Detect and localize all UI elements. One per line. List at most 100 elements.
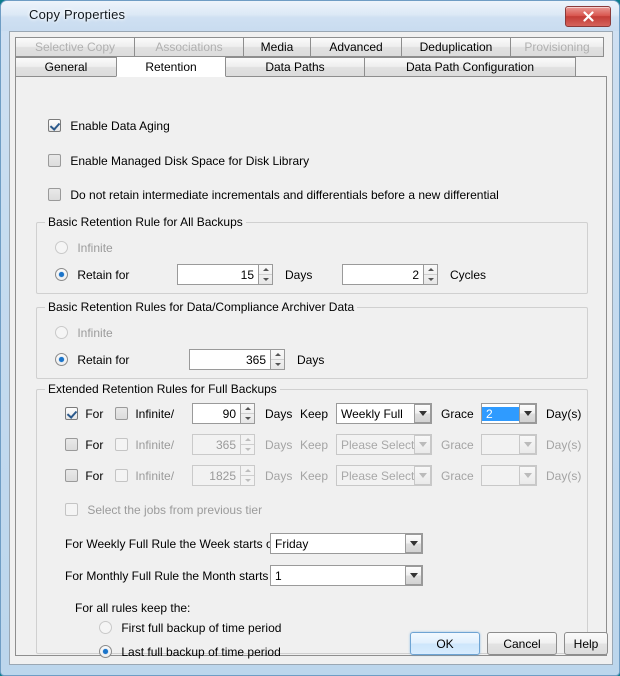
basic-all-days-spin-buttons[interactable] [258,264,273,285]
extended-row-3-for-label: For [85,469,103,483]
chevron-down-icon[interactable] [519,435,536,454]
chevron-down-icon[interactable] [414,435,431,454]
tab-data-paths[interactable]: Data Paths [225,57,365,77]
extended-row-1-grace-combo[interactable]: 2 [481,403,537,424]
extended-row-3-days-spin-down[interactable] [241,476,254,485]
enable-managed-disk-space-row[interactable]: Enable Managed Disk Space for Disk Libra… [48,153,309,168]
basic-all-cycles-input[interactable] [342,264,423,285]
tab-provisioning[interactable]: Provisioning [510,37,604,57]
chevron-down-icon[interactable] [414,466,431,485]
extended-row-3-days-spinner[interactable] [192,465,255,486]
select-jobs-previous-tier-row[interactable]: Select the jobs from previous tier [65,502,262,517]
extended-row-2-days-spin-down[interactable] [241,445,254,454]
archiver-days-input[interactable] [189,349,270,370]
basic-all-cycles-spin-buttons[interactable] [423,264,438,285]
extended-row-2-keep-combo[interactable]: Please Select [336,434,432,455]
extended-row-2-for-checkbox[interactable] [65,438,78,451]
help-button[interactable]: Help [564,632,608,655]
extended-row-1-days-label: Days [265,407,292,421]
extended-row-3-for-checkbox[interactable] [65,469,78,482]
chevron-down-icon[interactable] [519,466,536,485]
extended-row-1-days-input[interactable] [192,403,240,424]
extended-row-1-days-spinner[interactable] [192,403,255,424]
basic-all-cycles-spin-down[interactable] [424,275,437,284]
extended-row-1-for-label: For [85,407,103,421]
enable-data-aging-label: Enable Data Aging [70,119,169,133]
archiver-infinite-row[interactable]: Infinite [55,325,113,340]
extended-row-1-for[interactable]: For [65,406,103,421]
archiver-infinite-radio[interactable] [55,326,68,339]
basic-all-infinite-radio[interactable] [55,241,68,254]
title-bar: Copy Properties [1,1,619,31]
extended-row-3-infinite[interactable]: Infinite/ [115,468,174,483]
extended-row-2-days-spin-buttons[interactable] [240,434,255,455]
chevron-down-icon[interactable] [414,404,431,423]
for-all-rules-keep-label: For all rules keep the: [75,601,190,615]
tab-deduplication[interactable]: Deduplication [401,37,511,57]
extended-row-2-for[interactable]: For [65,437,103,452]
basic-all-retain-radio[interactable] [55,268,68,281]
do-not-retain-intermediate-row[interactable]: Do not retain intermediate incrementals … [48,187,499,202]
enable-managed-disk-space-checkbox[interactable] [48,154,61,167]
extended-row-3-keep-combo[interactable]: Please Select [336,465,432,486]
extended-row-3-days-input[interactable] [192,465,240,486]
basic-all-retain-label: Retain for [77,268,129,282]
tab-retention[interactable]: Retention [116,56,226,77]
extended-row-2-infinite-checkbox[interactable] [115,438,128,451]
ok-button[interactable]: OK [410,632,480,655]
extended-row-1-days-spin-buttons[interactable] [240,403,255,424]
basic-all-days-spinner[interactable] [177,264,273,285]
archiver-retain-row[interactable]: Retain for [55,352,129,367]
extended-row-2-days-input[interactable] [192,434,240,455]
retention-tab-panel: Enable Data Aging Enable Managed Disk Sp… [15,76,607,656]
extended-row-3-days-spin-up[interactable] [241,466,254,476]
enable-data-aging-row[interactable]: Enable Data Aging [48,118,170,133]
extended-row-1-days-spin-up[interactable] [241,404,254,414]
archiver-days-spin-up[interactable] [271,350,284,360]
select-jobs-previous-tier-checkbox[interactable] [65,503,78,516]
extended-row-1-infinite[interactable]: Infinite/ [115,406,174,421]
basic-all-days-spin-up[interactable] [259,265,272,275]
tab-data-path-configuration[interactable]: Data Path Configuration [364,57,576,77]
chevron-down-icon[interactable] [405,534,422,553]
basic-all-days-spin-down[interactable] [259,275,272,284]
enable-data-aging-checkbox[interactable] [48,119,61,132]
basic-all-cycles-spinner[interactable] [342,264,438,285]
extended-row-3-infinite-checkbox[interactable] [115,469,128,482]
tab-media[interactable]: Media [243,37,311,57]
extended-row-2-infinite[interactable]: Infinite/ [115,437,174,452]
archiver-days-spinner[interactable] [189,349,285,370]
extended-row-1-infinite-checkbox[interactable] [115,407,128,420]
extended-row-1-for-checkbox[interactable] [65,407,78,420]
extended-row-1-grace-label: Grace [441,407,474,421]
tab-selective-copy[interactable]: Selective Copy [15,37,135,57]
do-not-retain-intermediate-label: Do not retain intermediate incrementals … [70,188,498,202]
extended-row-2-days-spin-up[interactable] [241,435,254,445]
archiver-retain-radio[interactable] [55,353,68,366]
extended-row-3-infinite-label: Infinite/ [135,469,174,483]
basic-all-cycles-spin-up[interactable] [424,265,437,275]
extended-row-1-days-spin-down[interactable] [241,414,254,423]
chevron-down-icon[interactable] [519,404,536,423]
basic-all-infinite-row[interactable]: Infinite [55,240,113,255]
do-not-retain-intermediate-checkbox[interactable] [48,188,61,201]
extended-row-2-days-spinner[interactable] [192,434,255,455]
extended-row-2-grace-combo[interactable] [481,434,537,455]
tab-row-top: Selective Copy Associations Media Advanc… [15,37,603,57]
week-starts-on-combo[interactable]: Friday [270,533,423,554]
tab-associations[interactable]: Associations [134,37,244,57]
extended-row-3-days-spin-buttons[interactable] [240,465,255,486]
archiver-days-spin-buttons[interactable] [270,349,285,370]
cancel-button[interactable]: Cancel [487,632,557,655]
archiver-days-spin-down[interactable] [271,360,284,369]
basic-all-days-input[interactable] [177,264,258,285]
basic-all-retain-row[interactable]: Retain for [55,267,129,282]
tab-general[interactable]: General [15,57,117,77]
close-button[interactable] [565,6,611,27]
chevron-down-icon[interactable] [405,566,422,585]
extended-row-3-for[interactable]: For [65,468,103,483]
tab-advanced[interactable]: Advanced [310,37,402,57]
extended-row-1-keep-combo[interactable]: Weekly Full [336,403,432,424]
month-starts-on-combo[interactable]: 1 [270,565,423,586]
extended-row-3-grace-combo[interactable] [481,465,537,486]
